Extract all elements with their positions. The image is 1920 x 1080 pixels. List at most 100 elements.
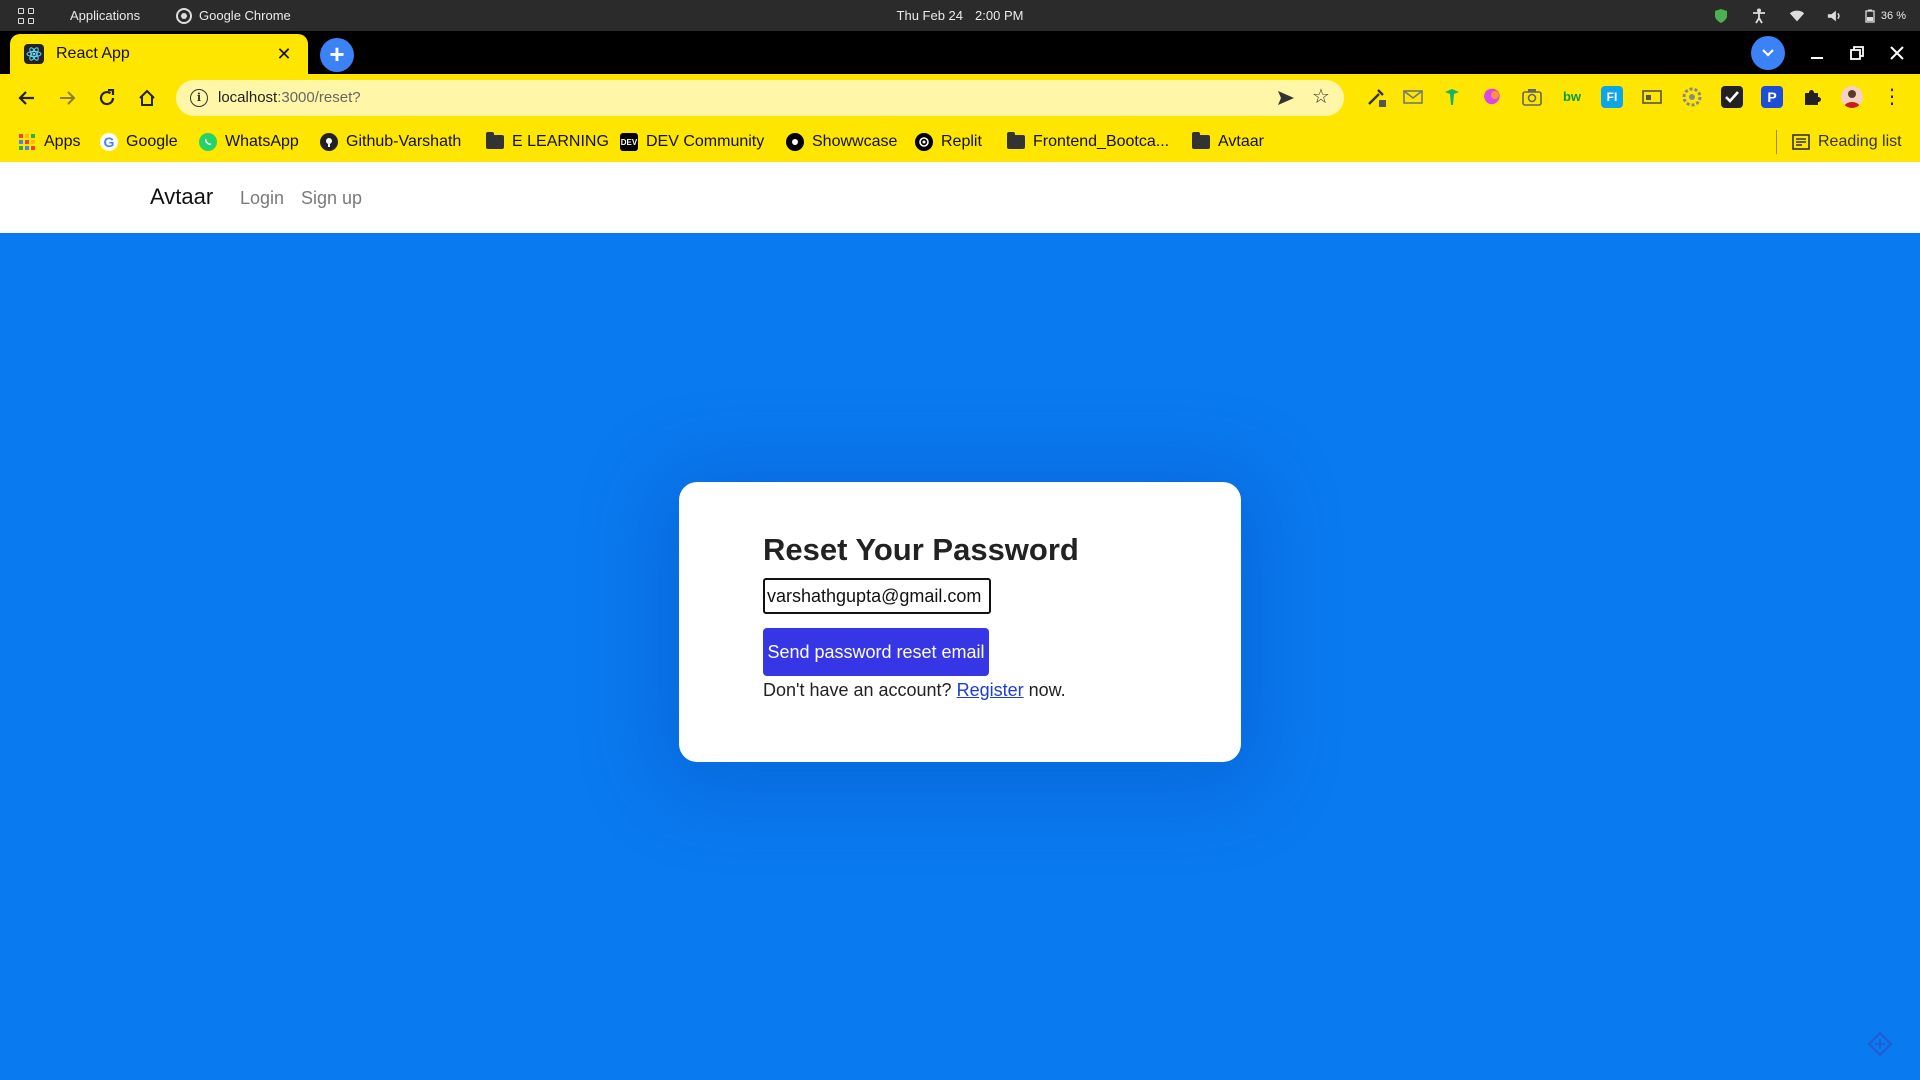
bookmark-label: Github-Varshath (346, 133, 462, 150)
green-figure-extension-icon[interactable] (1441, 86, 1463, 108)
floating-assistant-icon[interactable] (1866, 1030, 1894, 1058)
clock-time: 2:00 PM (975, 8, 1024, 23)
p-extension-icon[interactable]: P (1761, 86, 1783, 108)
tab-search-button[interactable] (1751, 36, 1785, 70)
gradient-extension-icon[interactable] (1481, 86, 1503, 108)
reload-button[interactable] (92, 83, 122, 113)
site-navbar: Avtaar Login Sign up (0, 162, 1920, 233)
active-app-menu[interactable]: Google Chrome (176, 0, 291, 31)
close-tab-icon[interactable]: ✕ (274, 44, 294, 65)
google-icon: G (100, 133, 118, 151)
close-window-button[interactable] (1883, 39, 1911, 67)
restore-icon (1850, 46, 1864, 60)
wifi-icon[interactable] (1789, 8, 1805, 24)
showwcase-icon (786, 133, 804, 151)
puzzle-extensions-icon[interactable] (1801, 86, 1823, 108)
arrow-right-icon (60, 91, 76, 105)
volume-icon[interactable] (1827, 8, 1843, 24)
address-bar[interactable]: i localhost:3000/reset? ☆ (176, 80, 1344, 116)
shield-icon[interactable] (1713, 8, 1729, 24)
url-text[interactable]: localhost:3000/reset? (218, 89, 361, 106)
bookmark-label: WhatsApp (225, 133, 299, 150)
nav-login-link[interactable]: Login (240, 188, 284, 209)
now-text: now. (1028, 680, 1066, 700)
menu-kebab-icon[interactable]: ⋮ (1881, 86, 1903, 108)
bookmark-apps[interactable]: Apps (18, 122, 80, 162)
mail-extension-icon[interactable] (1402, 86, 1424, 108)
bookmark-label: DEV Community (646, 133, 765, 150)
arrow-left-icon (18, 91, 34, 105)
bookmark-replit[interactable]: Replit (915, 122, 982, 162)
accessibility-icon[interactable] (1751, 8, 1767, 24)
bookmark-folder-e-learning[interactable]: E LEARNING (486, 122, 609, 162)
page-background: Reset Your Password Send password reset … (0, 233, 1920, 1080)
bookmark-dev-community[interactable]: DEV DEV Community (620, 122, 764, 162)
tab-react-app[interactable]: React App ✕ (10, 34, 308, 74)
bookmark-google[interactable]: G Google (100, 122, 178, 162)
system-tray: 36 % (1713, 0, 1906, 31)
battery-icon (1865, 9, 1875, 23)
card-extension-icon[interactable] (1641, 86, 1663, 108)
home-icon (139, 89, 155, 106)
chrome-icon (176, 7, 192, 24)
replit-icon (915, 133, 933, 151)
bookmark-label: E LEARNING (512, 133, 609, 150)
send-tab-icon[interactable] (1276, 88, 1296, 108)
close-icon (1890, 46, 1904, 60)
site-info-icon[interactable]: i (190, 89, 208, 107)
bookmark-github[interactable]: Github-Varshath (320, 122, 461, 162)
bookmark-label: Replit (941, 133, 982, 150)
site-brand[interactable]: Avtaar (150, 184, 213, 210)
url-path: :3000/reset? (277, 89, 361, 106)
github-icon (320, 133, 338, 151)
bw-extension-icon[interactable]: bw (1561, 86, 1583, 108)
send-reset-email-button[interactable]: Send password reset email (763, 628, 989, 676)
url-host: localhost (218, 89, 278, 106)
bookmark-label: Google (126, 133, 178, 150)
whatsapp-icon (199, 133, 217, 151)
dev-logo-icon: DEV (620, 133, 638, 151)
os-top-bar: Applications Google Chrome Thu Feb 24 2:… (0, 0, 1920, 31)
battery-indicator[interactable]: 36 % (1865, 0, 1906, 31)
folder-icon (486, 132, 504, 149)
camera-extension-icon[interactable] (1521, 86, 1543, 108)
email-field[interactable] (763, 578, 991, 614)
no-account-text: Don't have an account? (763, 680, 952, 700)
register-prompt: Don't have an account? Register now. (763, 680, 1066, 701)
checkbox-extension-icon[interactable] (1721, 86, 1743, 108)
new-tab-button[interactable]: + (320, 38, 354, 72)
profile-avatar[interactable] (1841, 86, 1863, 108)
home-button[interactable] (132, 83, 162, 113)
minimize-window-button[interactable] (1803, 39, 1831, 67)
folder-icon (1007, 132, 1025, 149)
clock-date: Thu Feb 24 (896, 8, 964, 23)
bookmark-whatsapp[interactable]: WhatsApp (199, 122, 299, 162)
app-grid-icon[interactable] (18, 0, 38, 31)
fi-extension-icon[interactable]: FI (1601, 86, 1623, 108)
bookmarks-divider (1776, 130, 1777, 154)
browser-toolbar: i localhost:3000/reset? ☆ bw FI P ⋮ (0, 74, 1920, 122)
gear-extension-icon[interactable] (1681, 86, 1703, 108)
eyedropper-extension-icon[interactable] (1365, 86, 1387, 108)
react-favicon-icon (24, 44, 44, 64)
restore-window-button[interactable] (1843, 39, 1871, 67)
reset-password-card: Reset Your Password Send password reset … (679, 482, 1241, 762)
bookmark-star-icon[interactable]: ☆ (1310, 86, 1332, 108)
battery-percent: 36 % (1880, 9, 1906, 22)
bookmark-folder-avtaar[interactable]: Avtaar (1192, 122, 1264, 162)
applications-menu[interactable]: Applications (70, 0, 140, 31)
apps-grid-icon (19, 134, 35, 150)
active-app-label: Google Chrome (199, 8, 291, 23)
bookmark-folder-frontend-bootcamp[interactable]: Frontend_Bootca... (1007, 122, 1169, 162)
back-button[interactable] (12, 83, 42, 113)
chevron-down-icon (1762, 49, 1774, 57)
bookmark-label: Showwcase (812, 133, 898, 150)
nav-signup-link[interactable]: Sign up (301, 188, 362, 209)
bookmark-label: Frontend_Bootca... (1033, 133, 1170, 150)
card-title: Reset Your Password (763, 532, 1079, 567)
reading-list-button[interactable]: Reading list (1792, 122, 1902, 162)
bookmark-showwcase[interactable]: Showwcase (786, 122, 897, 162)
register-link[interactable]: Register (957, 680, 1024, 700)
forward-button[interactable] (52, 83, 82, 113)
folder-icon (1192, 132, 1210, 149)
